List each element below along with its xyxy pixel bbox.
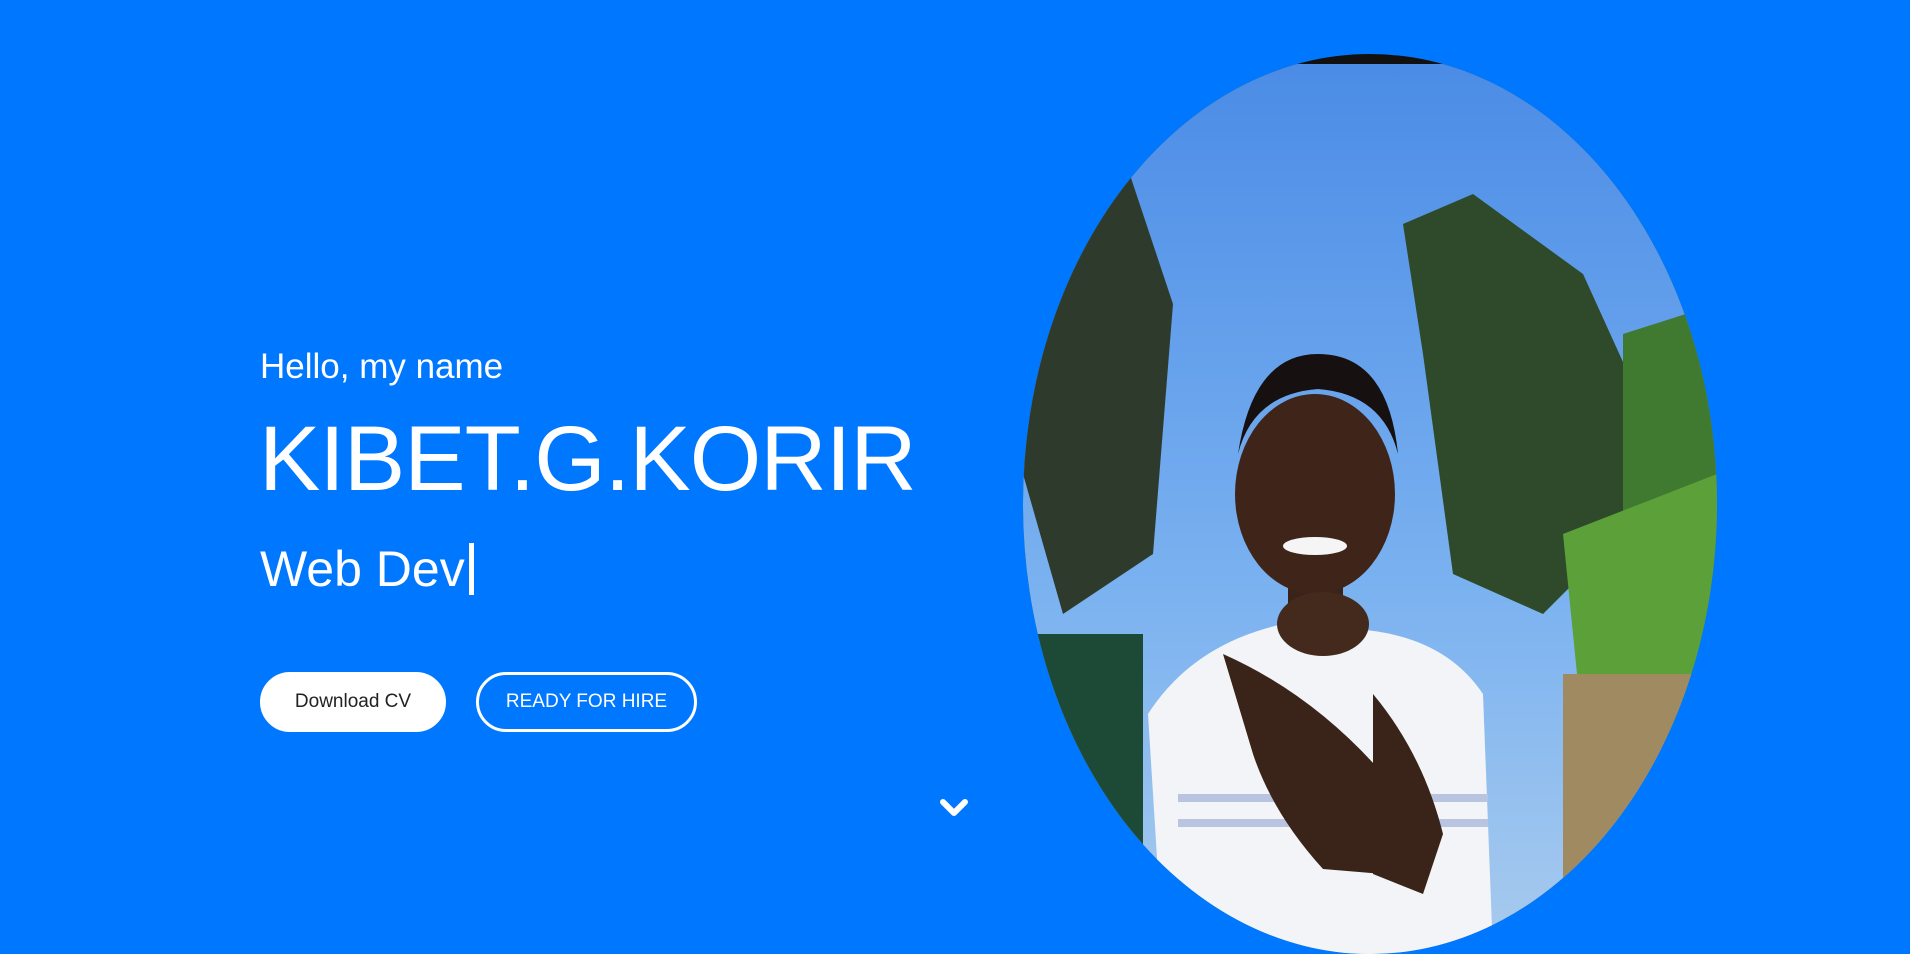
name-heading: KIBET.G.KORIR	[259, 408, 917, 510]
chevron-down-icon[interactable]	[938, 796, 970, 820]
role-typing: Web Dev	[260, 538, 474, 600]
profile-photo	[1023, 54, 1717, 954]
greeting-text: Hello, my name	[260, 347, 504, 386]
hero-section: Hello, my name KIBET.G.KORIR Web Dev Dow…	[0, 0, 1910, 954]
ready-for-hire-button[interactable]: READY FOR HIRE	[476, 672, 697, 732]
typing-cursor	[468, 543, 474, 595]
intro-block: Hello, my name	[260, 346, 503, 388]
download-cv-button[interactable]: Download CV	[260, 672, 446, 732]
role-text: Web Dev	[260, 541, 465, 597]
